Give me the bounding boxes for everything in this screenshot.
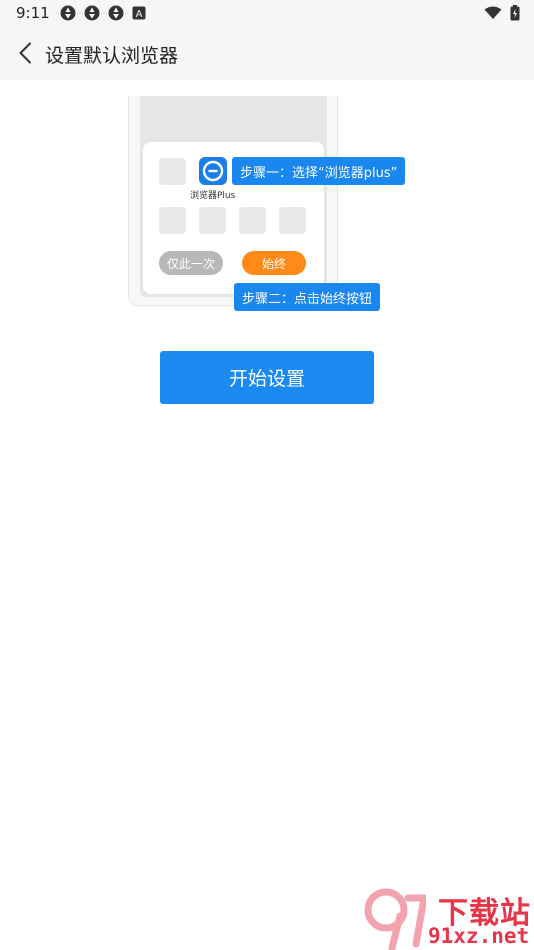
app-placeholder xyxy=(199,207,226,234)
app-placeholder xyxy=(159,158,186,185)
watermark-logo xyxy=(364,888,426,950)
step2-tip: 步骤二：点击始终按钮 xyxy=(234,283,381,311)
app-placeholder xyxy=(159,207,186,234)
watermark-url: 91xz.net xyxy=(428,924,530,948)
a-box-icon: A xyxy=(132,6,146,20)
site-watermark: 下载站 91xz.net xyxy=(362,888,534,950)
back-button[interactable] xyxy=(10,38,40,68)
status-time: 9:11 xyxy=(16,4,50,22)
wifi-icon xyxy=(484,6,502,19)
svg-text:A: A xyxy=(136,9,143,20)
app-placeholder xyxy=(279,207,306,234)
step1-tip: 步骤一：选择“浏览器plus” xyxy=(232,157,406,185)
browser-app-label: 浏览器Plus xyxy=(190,191,236,201)
app-placeholder xyxy=(239,207,266,234)
aperture-icon xyxy=(84,5,100,21)
always-button-illustration: 始终 xyxy=(242,251,306,275)
app-bar: 设置默认浏览器 xyxy=(0,28,534,80)
aperture-icon xyxy=(60,5,76,21)
start-setup-button[interactable]: 开始设置 xyxy=(160,351,374,404)
chevron-left-icon xyxy=(19,42,31,64)
browser-e-icon xyxy=(202,160,224,182)
status-bar: 9:11 A xyxy=(0,0,534,28)
just-once-button-illustration: 仅此一次 xyxy=(159,251,223,275)
system-icons xyxy=(484,5,520,21)
aperture-icon xyxy=(108,5,124,21)
notification-icons: A xyxy=(60,5,146,21)
battery-icon xyxy=(510,5,520,21)
page-title: 设置默认浏览器 xyxy=(45,45,179,67)
browser-app-icon xyxy=(199,157,227,185)
